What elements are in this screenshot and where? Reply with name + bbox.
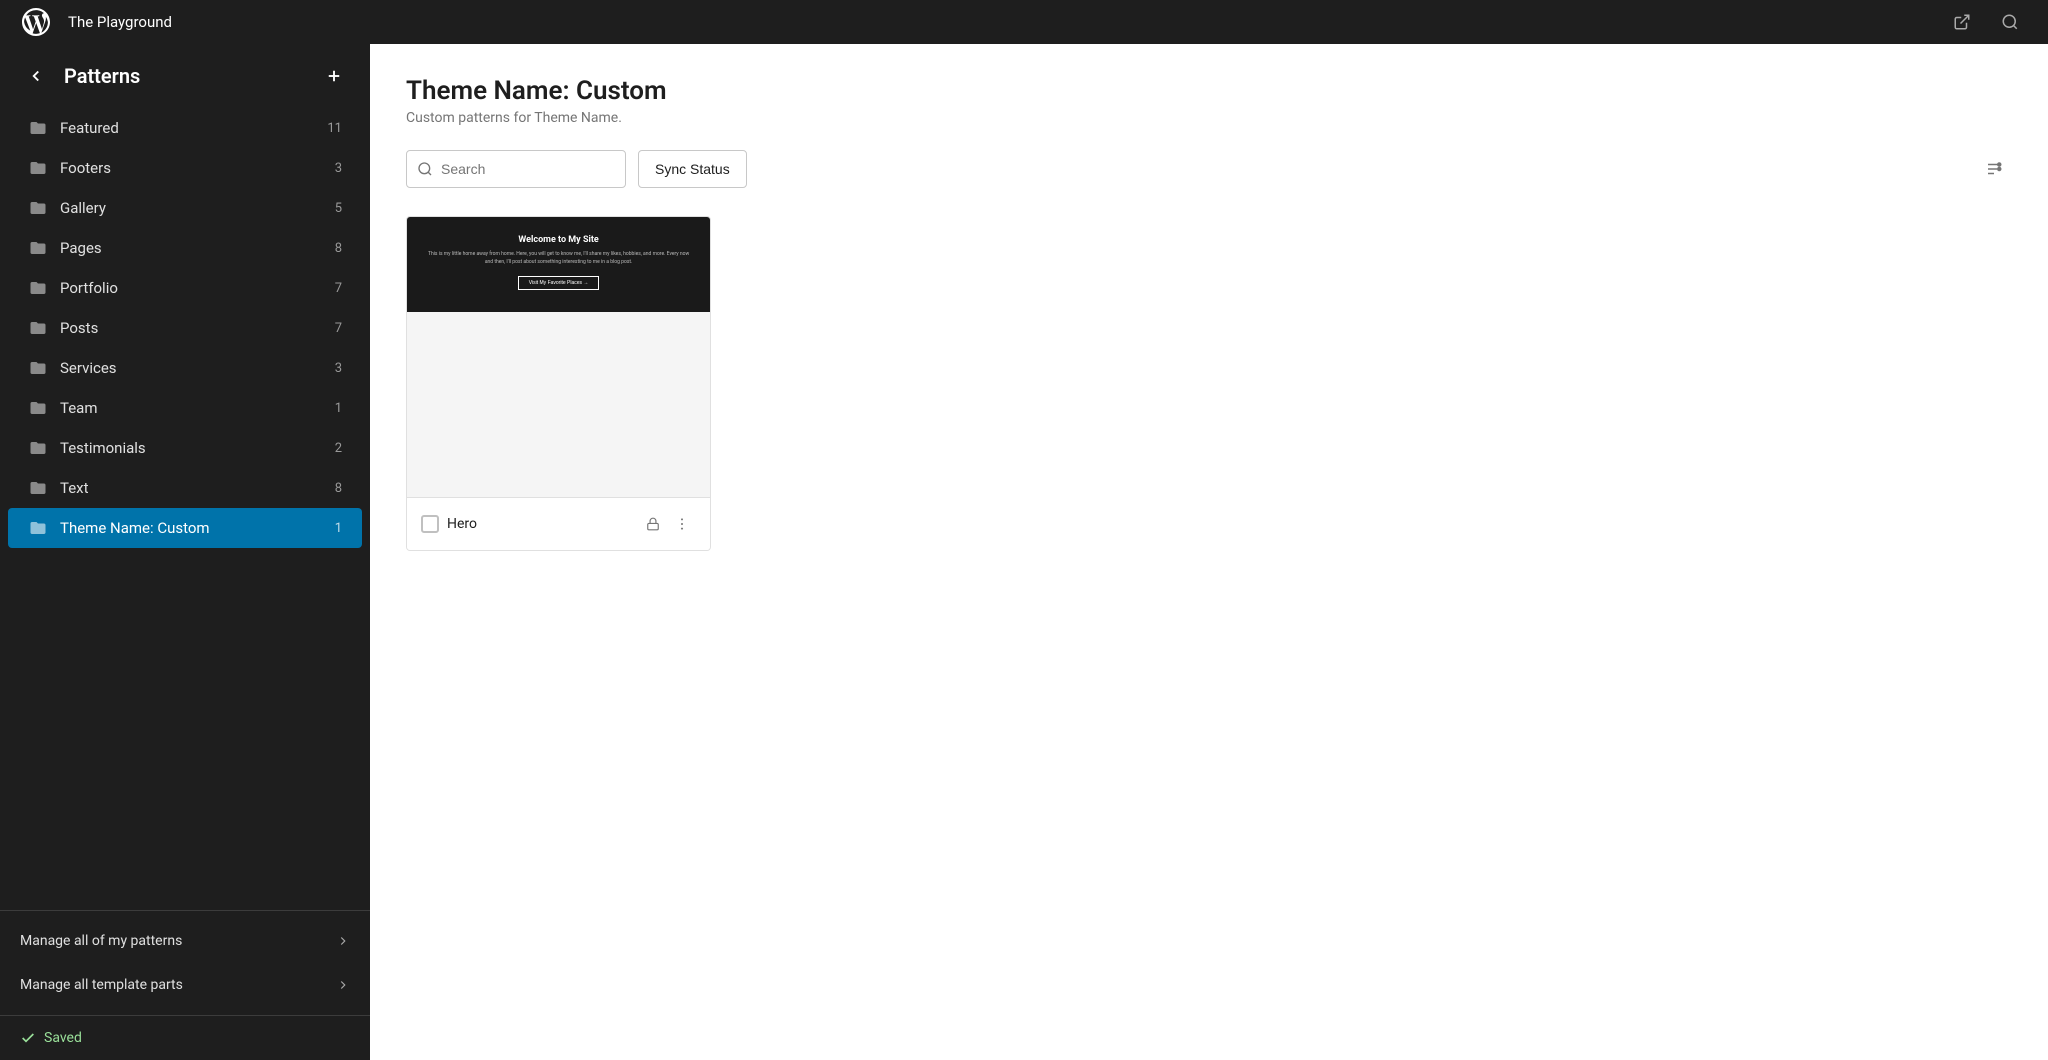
sidebar-item-count: 1 <box>322 401 342 416</box>
sidebar-item-team[interactable]: Team 1 <box>8 388 362 428</box>
sidebar-item-gallery[interactable]: Gallery 5 <box>8 188 362 228</box>
sidebar-item-label: Featured <box>60 119 310 137</box>
sidebar: Patterns Featured 11 <box>0 44 370 1060</box>
sidebar-item-theme-name-custom[interactable]: Theme Name: Custom 1 <box>8 508 362 548</box>
saved-label: Saved <box>44 1030 82 1046</box>
manage-patterns-label: Manage all of my patterns <box>20 933 182 949</box>
mini-preview-btn: Visit My Favorite Places → <box>518 276 600 290</box>
manage-template-parts-link[interactable]: Manage all template parts <box>0 963 370 1007</box>
site-name: The Playground <box>68 13 172 31</box>
sidebar-footer: Manage all of my patterns Manage all tem… <box>0 910 370 1015</box>
pattern-preview: Welcome to My Site This is my little hom… <box>407 217 710 497</box>
sidebar-item-text[interactable]: Text 8 <box>8 468 362 508</box>
manage-patterns-arrow <box>336 934 350 948</box>
sidebar-saved-status: Saved <box>0 1015 370 1060</box>
search-icon <box>417 161 433 177</box>
mini-preview-title: Welcome to My Site <box>427 235 690 245</box>
main-title: Theme Name: Custom <box>406 76 2012 106</box>
sidebar-item-count: 7 <box>322 281 342 296</box>
search-button[interactable] <box>1992 4 2028 40</box>
sidebar-item-label: Text <box>60 479 310 497</box>
sidebar-item-label: Portfolio <box>60 279 310 297</box>
sidebar-item-count: 8 <box>322 241 342 256</box>
folder-icon <box>28 518 48 538</box>
add-pattern-button[interactable] <box>318 60 350 92</box>
sidebar-header: Patterns <box>0 44 370 100</box>
sidebar-item-services[interactable]: Services 3 <box>8 348 362 388</box>
manage-template-parts-arrow <box>336 978 350 992</box>
check-icon <box>20 1030 36 1046</box>
folder-icon <box>28 118 48 138</box>
manage-template-parts-label: Manage all template parts <box>20 977 183 993</box>
sidebar-item-label: Pages <box>60 239 310 257</box>
sidebar-item-count: 7 <box>322 321 342 336</box>
pattern-more-button[interactable] <box>668 510 696 538</box>
filter-button[interactable] <box>1976 151 2012 187</box>
sidebar-item-testimonials[interactable]: Testimonials 2 <box>8 428 362 468</box>
wordpress-icon <box>20 6 52 38</box>
sidebar-item-label: Posts <box>60 319 310 337</box>
sidebar-item-footers[interactable]: Footers 3 <box>8 148 362 188</box>
pattern-name: Hero <box>447 516 638 532</box>
sidebar-item-label: Services <box>60 359 310 377</box>
topbar: The Playground <box>0 0 2048 44</box>
folder-icon <box>28 478 48 498</box>
sidebar-item-pages[interactable]: Pages 8 <box>8 228 362 268</box>
sidebar-item-portfolio[interactable]: Portfolio 7 <box>8 268 362 308</box>
layout: Patterns Featured 11 <box>0 0 2048 1060</box>
sidebar-item-count: 8 <box>322 481 342 496</box>
sidebar-item-posts[interactable]: Posts 7 <box>8 308 362 348</box>
folder-icon <box>28 318 48 338</box>
back-button[interactable] <box>20 60 52 92</box>
sidebar-item-count: 3 <box>322 361 342 376</box>
lock-icon <box>646 517 660 531</box>
mini-preview-text: This is my little home away from home. H… <box>427 251 690 266</box>
folder-icon <box>28 238 48 258</box>
folder-icon <box>28 198 48 218</box>
folder-icon <box>28 278 48 298</box>
search-input[interactable] <box>441 161 615 177</box>
folder-icon <box>28 158 48 178</box>
sidebar-item-featured[interactable]: Featured 11 <box>8 108 362 148</box>
pattern-card-footer: Hero <box>407 497 710 550</box>
sidebar-item-count: 11 <box>322 121 342 136</box>
folder-icon <box>28 358 48 378</box>
main-subtitle: Custom patterns for Theme Name. <box>406 110 2012 126</box>
sidebar-title: Patterns <box>64 64 306 88</box>
search-box[interactable] <box>406 150 626 188</box>
folder-icon <box>28 398 48 418</box>
manage-patterns-link[interactable]: Manage all of my patterns <box>0 919 370 963</box>
main-header: Theme Name: Custom Custom patterns for T… <box>406 76 2012 126</box>
sidebar-item-count: 5 <box>322 201 342 216</box>
pattern-card[interactable]: Welcome to My Site This is my little hom… <box>406 216 711 551</box>
sidebar-item-count: 2 <box>322 441 342 456</box>
external-link-button[interactable] <box>1944 4 1980 40</box>
main-content: Theme Name: Custom Custom patterns for T… <box>370 44 2048 1060</box>
sidebar-item-label: Gallery <box>60 199 310 217</box>
sidebar-item-label: Testimonials <box>60 439 310 457</box>
sidebar-nav: Featured 11 Footers 3 Gallery 5 <box>0 100 370 910</box>
sidebar-item-label: Footers <box>60 159 310 177</box>
pattern-checkbox[interactable] <box>421 515 439 533</box>
mini-preview: Welcome to My Site This is my little hom… <box>407 217 710 312</box>
sidebar-item-count: 1 <box>322 521 342 536</box>
sync-status-label: Sync Status <box>655 161 730 177</box>
folder-icon <box>28 438 48 458</box>
sidebar-item-count: 3 <box>322 161 342 176</box>
patterns-grid: Welcome to My Site This is my little hom… <box>406 216 2012 551</box>
sidebar-item-label: Team <box>60 399 310 417</box>
sidebar-item-label: Theme Name: Custom <box>60 519 310 537</box>
sync-status-button[interactable]: Sync Status <box>638 150 747 188</box>
topbar-actions <box>1944 4 2028 40</box>
main-toolbar: Sync Status <box>406 150 2012 188</box>
